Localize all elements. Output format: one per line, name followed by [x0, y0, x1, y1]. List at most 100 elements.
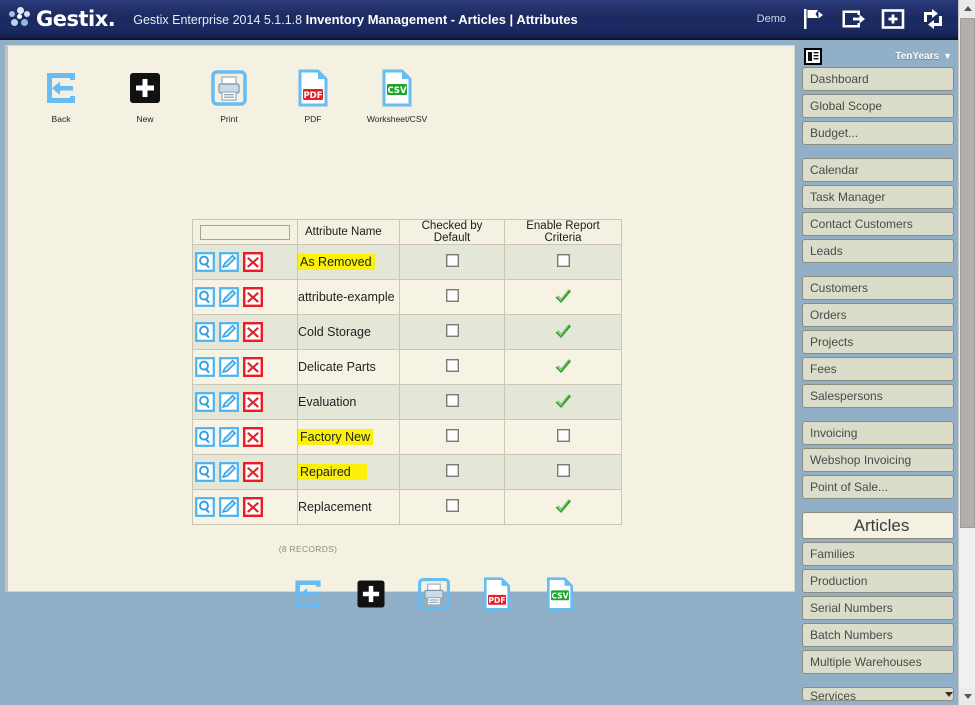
checkbox-unchecked-icon[interactable] [445, 288, 459, 303]
cell-checked-by-default [399, 244, 505, 280]
checkbox-unchecked-icon[interactable] [556, 253, 570, 268]
delete-icon[interactable] [243, 252, 263, 272]
checkbox-unchecked-icon[interactable] [556, 428, 570, 443]
edit-icon[interactable] [219, 252, 239, 272]
table-row[interactable]: Evaluation [192, 384, 622, 420]
delete-icon[interactable] [243, 497, 263, 517]
app-logo[interactable]: Gestix. [8, 7, 116, 31]
view-icon[interactable] [195, 427, 215, 447]
filter-input[interactable] [200, 224, 290, 240]
edit-icon[interactable] [219, 497, 239, 517]
sidebar-scroll-down-icon[interactable] [942, 687, 956, 701]
sidebar-item-projects[interactable]: Projects [802, 330, 954, 354]
sidebar-item-dashboard[interactable]: Dashboard [802, 67, 954, 91]
sidebar-item-orders[interactable]: Orders [802, 303, 954, 327]
company-selector-label[interactable]: TenYears [895, 51, 939, 62]
view-icon[interactable] [195, 322, 215, 342]
column-header-enable-report-criteria[interactable]: Enable Report Criteria [504, 219, 622, 245]
toolbar-button-worksheet-csv[interactable]: CSV Worksheet/CSV [366, 64, 428, 124]
checkbox-unchecked-icon[interactable] [445, 498, 459, 513]
sidebar-item-multiple-warehouses[interactable]: Multiple Warehouses [802, 650, 954, 674]
view-icon[interactable] [195, 497, 215, 517]
chevron-down-icon[interactable]: ▼ [943, 51, 952, 61]
sidebar-item-contact-customers[interactable]: Contact Customers [802, 212, 954, 236]
edit-icon[interactable] [219, 322, 239, 342]
sidebar-item-leads[interactable]: Leads [802, 239, 954, 263]
toolbar-button-print[interactable]: Print [198, 64, 260, 124]
delete-icon[interactable] [243, 322, 263, 342]
add-icon[interactable] [878, 4, 908, 34]
edit-icon[interactable] [219, 287, 239, 307]
view-icon[interactable] [195, 462, 215, 482]
edit-icon[interactable] [219, 462, 239, 482]
delete-icon[interactable] [243, 357, 263, 377]
table-row[interactable]: Delicate Parts [192, 349, 622, 385]
table-row[interactable]: Repaired [192, 454, 622, 490]
sidebar-item-point-of-sale[interactable]: Point of Sale... [802, 475, 954, 499]
checkbox-unchecked-icon[interactable] [445, 253, 459, 268]
sidebar-item-customers[interactable]: Customers [802, 276, 954, 300]
toolbar-button-worksheet-csv[interactable]: CSV [538, 573, 582, 615]
check-mark-icon[interactable] [555, 288, 572, 304]
scroll-up-button[interactable] [959, 0, 975, 17]
delete-icon[interactable] [243, 392, 263, 412]
sidebar-item-serial-numbers[interactable]: Serial Numbers [802, 596, 954, 620]
sidebar-item-batch-numbers[interactable]: Batch Numbers [802, 623, 954, 647]
column-header-checked-by-default[interactable]: Checked by Default [399, 219, 505, 245]
view-icon[interactable] [195, 392, 215, 412]
table-header: Attribute Name Checked by Default Enable… [192, 219, 622, 245]
sidebar-item-task-manager[interactable]: Task Manager [802, 185, 954, 209]
edit-icon[interactable] [219, 357, 239, 377]
flag-icon[interactable] [798, 4, 828, 34]
column-header-attribute-name[interactable]: Attribute Name [297, 219, 400, 245]
cell-checked-by-default [399, 419, 505, 455]
sidebar-item-services[interactable]: Services [802, 687, 954, 701]
view-icon[interactable] [195, 252, 215, 272]
table-row[interactable]: Cold Storage [192, 314, 622, 350]
sidebar-item-budget[interactable]: Budget... [802, 121, 954, 145]
page-scrollbar[interactable] [958, 0, 975, 705]
sidebar-item-fees[interactable]: Fees [802, 357, 954, 381]
check-mark-icon[interactable] [555, 358, 572, 374]
toolbar-button-pdf[interactable]: PDF [475, 573, 519, 615]
sidebar-item-families[interactable]: Families [802, 542, 954, 566]
checkbox-unchecked-icon[interactable] [445, 393, 459, 408]
checkbox-unchecked-icon[interactable] [445, 463, 459, 478]
checkbox-unchecked-icon[interactable] [445, 323, 459, 338]
check-mark-icon[interactable] [555, 498, 572, 514]
delete-icon[interactable] [243, 427, 263, 447]
table-row[interactable]: Factory New [192, 419, 622, 455]
panel-toggle-icon[interactable] [804, 47, 822, 65]
check-mark-icon[interactable] [555, 393, 572, 409]
toolbar-button-back[interactable] [286, 573, 330, 615]
check-mark-icon[interactable] [555, 323, 572, 339]
table-row[interactable]: attribute-example [192, 279, 622, 315]
checkbox-unchecked-icon[interactable] [445, 358, 459, 373]
toolbar-button-new[interactable]: New [114, 64, 176, 124]
table-row[interactable]: Replacement [192, 489, 622, 525]
sidebar-item-webshop-invoicing[interactable]: Webshop Invoicing [802, 448, 954, 472]
sidebar-item-salespersons[interactable]: Salespersons [802, 384, 954, 408]
checkbox-unchecked-icon[interactable] [556, 463, 570, 478]
view-icon[interactable] [195, 287, 215, 307]
sidebar-item-calendar[interactable]: Calendar [802, 158, 954, 182]
edit-icon[interactable] [219, 427, 239, 447]
toolbar-button-print[interactable] [412, 573, 456, 615]
checkbox-unchecked-icon[interactable] [445, 428, 459, 443]
logout-icon[interactable] [838, 4, 868, 34]
sidebar-item-production[interactable]: Production [802, 569, 954, 593]
delete-icon[interactable] [243, 462, 263, 482]
sidebar-item-invoicing[interactable]: Invoicing [802, 421, 954, 445]
edit-icon[interactable] [219, 392, 239, 412]
sync-icon[interactable] [918, 4, 948, 34]
view-icon[interactable] [195, 357, 215, 377]
scroll-down-button[interactable] [959, 688, 975, 705]
delete-icon[interactable] [243, 287, 263, 307]
scrollbar-thumb[interactable] [960, 18, 975, 528]
sidebar-item-global-scope[interactable]: Global Scope [802, 94, 954, 118]
table-row[interactable]: As Removed [192, 244, 622, 280]
toolbar-button-new[interactable] [349, 573, 393, 615]
sidebar-item-articles[interactable]: Articles [802, 512, 954, 539]
toolbar-button-pdf[interactable]: PDF PDF [282, 64, 344, 124]
toolbar-button-back[interactable]: Back [30, 64, 92, 124]
